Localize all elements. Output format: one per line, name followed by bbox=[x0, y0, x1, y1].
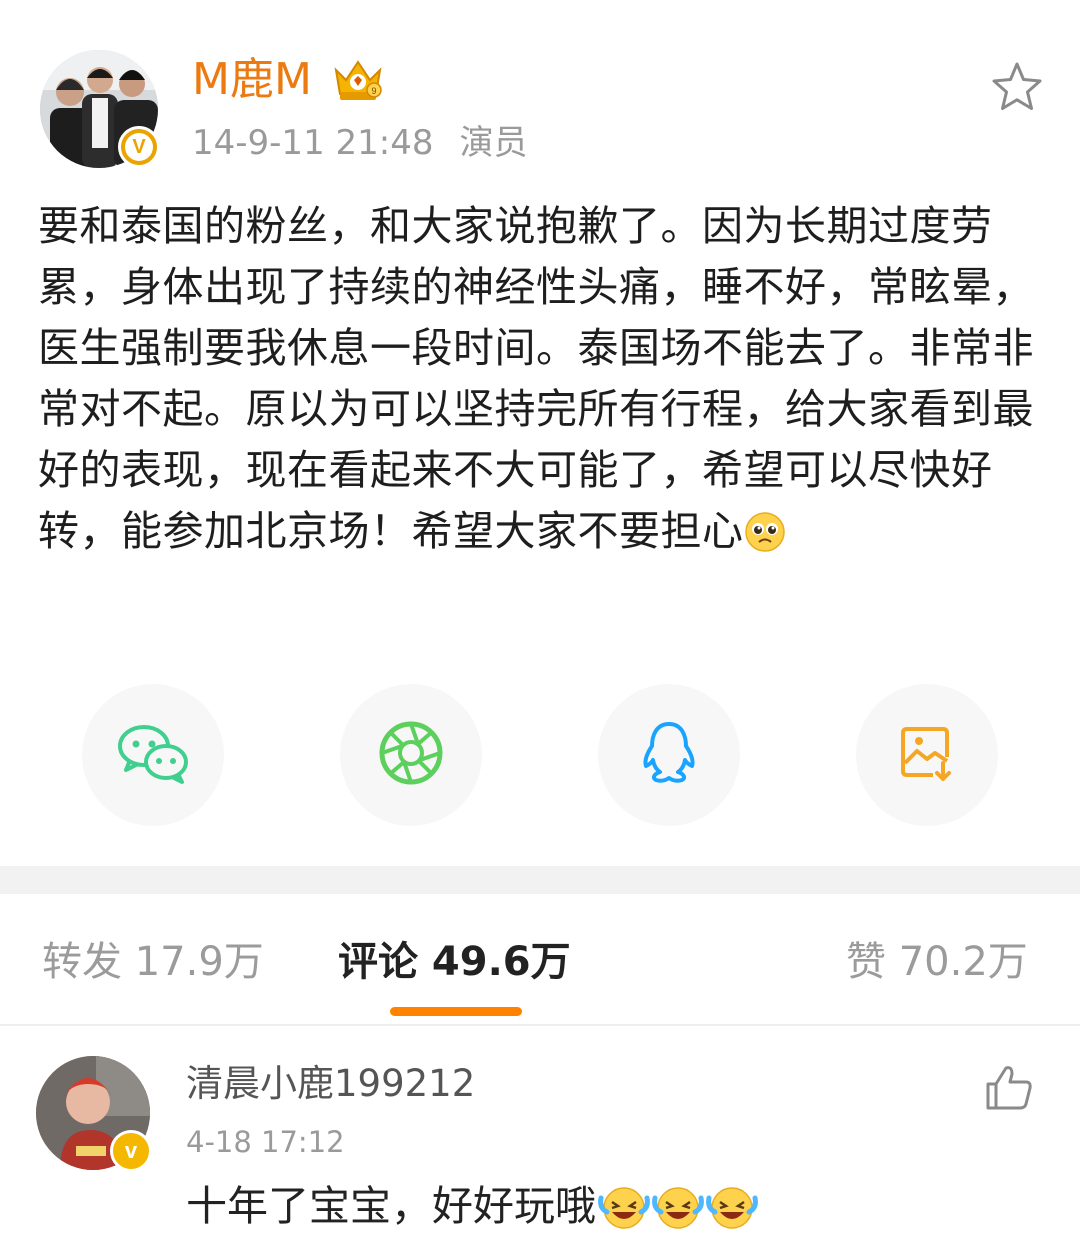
active-tab-indicator bbox=[390, 1007, 522, 1016]
share-moments-button[interactable] bbox=[340, 684, 482, 826]
comment-text-body: 十年了宝宝，好好玩哦 bbox=[186, 1182, 596, 1230]
thumbs-up-icon[interactable] bbox=[984, 1062, 1034, 1112]
moments-aperture-icon bbox=[378, 720, 444, 790]
laughing-crying-emoji bbox=[598, 1182, 650, 1246]
share-wechat-button[interactable] bbox=[82, 684, 224, 826]
share-save-image-button[interactable] bbox=[856, 684, 998, 826]
pleading-face-emoji bbox=[744, 509, 786, 570]
laughing-crying-emoji bbox=[706, 1182, 758, 1246]
post-meta: 14-9-11 21:48 演员 bbox=[192, 120, 528, 166]
verified-badge-icon: v bbox=[110, 1130, 152, 1172]
section-divider bbox=[0, 866, 1080, 894]
post-source: 演员 bbox=[459, 123, 528, 163]
tab-bar-divider bbox=[0, 1024, 1080, 1026]
laughing-crying-emoji bbox=[652, 1182, 704, 1246]
save-image-icon bbox=[897, 723, 957, 787]
post-content: 要和泰国的粉丝，和大家说抱歉了。因为长期过度劳累，身体出现了持续的神经性头痛，睡… bbox=[38, 196, 1038, 570]
share-qq-button[interactable] bbox=[598, 684, 740, 826]
verified-badge-icon: V bbox=[118, 126, 160, 168]
comment-text: 十年了宝宝，好好玩哦 bbox=[186, 1176, 758, 1246]
qq-penguin-icon bbox=[638, 720, 700, 790]
wechat-icon bbox=[116, 722, 190, 788]
commenter-name[interactable]: 清晨小鹿199212 bbox=[186, 1058, 475, 1110]
crown-level-icon: 9 bbox=[330, 56, 386, 102]
post-time: 14-9-11 21:48 bbox=[192, 123, 434, 163]
tab-likes[interactable]: 赞 70.2万 bbox=[846, 932, 1028, 992]
star-icon[interactable] bbox=[990, 60, 1044, 114]
svg-text:9: 9 bbox=[371, 86, 376, 96]
tab-comments[interactable]: 评论 49.6万 bbox=[338, 932, 571, 992]
post-text: 要和泰国的粉丝，和大家说抱歉了。因为长期过度劳累，身体出现了持续的神经性头痛，睡… bbox=[38, 202, 1034, 555]
commenter-badge-label: v bbox=[124, 1138, 138, 1163]
verified-badge-label: V bbox=[125, 133, 153, 161]
tab-repost[interactable]: 转发 17.9万 bbox=[42, 932, 264, 992]
comment-time: 4-18 17:12 bbox=[186, 1125, 345, 1159]
author-name[interactable]: M鹿M bbox=[192, 52, 312, 108]
